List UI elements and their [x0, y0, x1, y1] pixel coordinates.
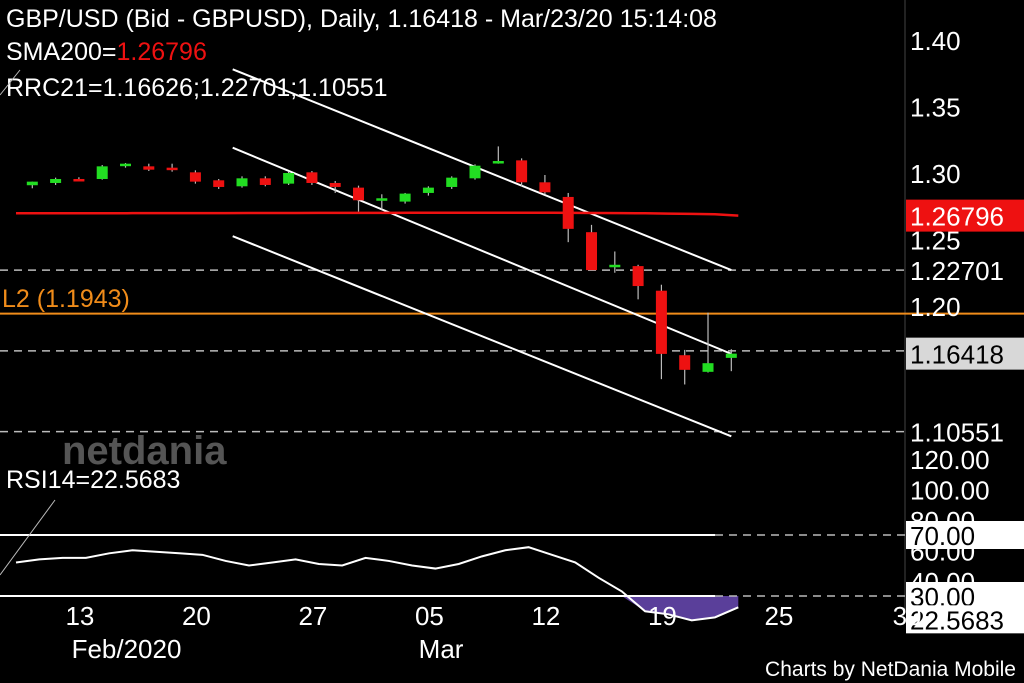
price-label-text: 1.22701 [910, 256, 1004, 286]
price-tick-label: 1.20 [910, 292, 961, 322]
footer-credit[interactable]: Charts by NetDania Mobile [765, 658, 1016, 681]
day-tick-label: 13 [65, 601, 94, 631]
price-tick-label: 1.35 [910, 93, 961, 123]
candle-body-25 [609, 264, 621, 268]
day-tick-label: 12 [531, 601, 560, 631]
chart-background [0, 0, 1024, 683]
candle-body-27 [655, 290, 667, 354]
candle-body-11 [283, 173, 295, 184]
candle-body-0 [26, 181, 38, 186]
candle-body-23 [562, 196, 574, 229]
day-tick-label: 05 [415, 601, 444, 631]
candle-body-6 [166, 167, 178, 171]
candle-body-22 [539, 182, 551, 193]
netdania-watermark: netdania [62, 429, 227, 473]
day-tick-label: 30 [893, 601, 922, 631]
month-label: Feb/2020 [72, 634, 182, 664]
day-tick-label: 20 [182, 601, 211, 631]
candle-body-1 [50, 178, 62, 183]
chart-canvas: GBP/USD (Bid - GBPUSD), Daily, 1.16418 -… [0, 0, 1024, 683]
month-label: Mar [419, 634, 464, 664]
candle-body-18 [446, 177, 458, 187]
day-tick-label: 19 [648, 601, 677, 631]
candle-body-9 [236, 178, 248, 187]
sma-legend-value: 1.26796 [117, 38, 207, 66]
price-tick-label: 1.30 [910, 159, 961, 189]
candle-body-10 [259, 178, 271, 185]
candle-body-20 [492, 161, 504, 164]
candle-body-8 [213, 180, 225, 187]
candle-body-30 [725, 353, 737, 358]
candle-body-16 [399, 193, 411, 202]
rsi-tick-label: 120.00 [910, 445, 990, 475]
candle-body-24 [586, 232, 598, 271]
candle-body-4 [120, 163, 132, 167]
day-tick-label: 27 [298, 601, 327, 631]
rrc-legend: RRC21=1.16626;1.22701;1.10551 [6, 74, 388, 102]
chart-title: GBP/USD (Bid - GBPUSD), Daily, 1.16418 -… [6, 5, 717, 33]
candle-body-12 [306, 172, 318, 183]
candle-body-13 [329, 182, 341, 187]
candle-body-14 [353, 187, 365, 201]
candle-body-2 [73, 178, 85, 182]
price-label-text: 1.26796 [910, 202, 1004, 232]
candle-body-15 [376, 198, 388, 201]
rsi-tick-label: 100.00 [910, 475, 990, 505]
candle-body-19 [469, 165, 481, 179]
price-label-text: 1.16418 [910, 340, 1004, 370]
price-label-text: 1.10551 [910, 418, 1004, 448]
level-label: L2 (1.1943) [2, 285, 130, 313]
candle-body-17 [422, 187, 434, 193]
sma-legend-label: SMA200= [6, 38, 117, 66]
candle-body-5 [143, 166, 155, 170]
candle-body-7 [189, 172, 201, 182]
sma-legend: SMA200=1.26796 [6, 38, 207, 66]
candle-body-26 [632, 266, 644, 287]
rsi-label-text: 22.5683 [910, 605, 1004, 635]
candle-body-3 [96, 166, 108, 179]
candle-body-29 [702, 363, 714, 372]
price-tick-label: 1.40 [910, 26, 961, 56]
rsi-label-text: 70.00 [910, 521, 975, 551]
day-tick-label: 25 [764, 601, 793, 631]
candle-body-28 [679, 355, 691, 370]
candle-body-21 [516, 160, 528, 183]
